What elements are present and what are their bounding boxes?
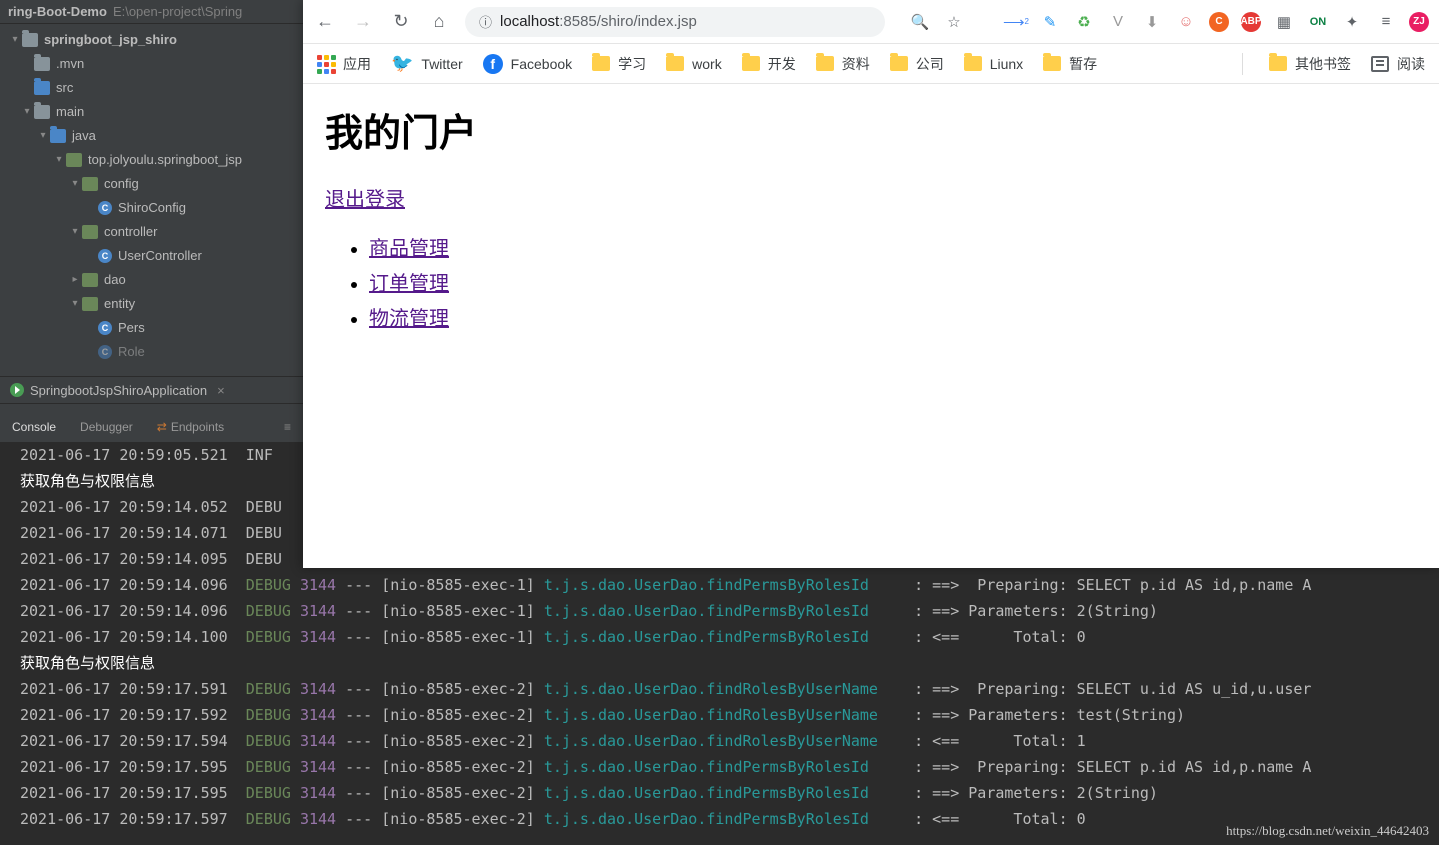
avatar[interactable]: ZJ: [1409, 12, 1429, 32]
ext-on-icon[interactable]: ON: [1307, 11, 1329, 33]
logout-link[interactable]: 退出登录: [325, 189, 405, 211]
folder-icon: [666, 56, 684, 71]
url-port: :8585: [559, 13, 597, 30]
tree-shiroconfig[interactable]: CShiroConfig: [0, 196, 303, 220]
bookmark-twitter[interactable]: 🐦Twitter: [391, 53, 463, 74]
menu-item: 物流管理: [369, 302, 1417, 331]
bookmark-other[interactable]: 其他书签: [1269, 54, 1351, 74]
tree-java[interactable]: ▾java: [0, 124, 303, 148]
url-path: /shiro/index.jsp: [597, 13, 697, 30]
reload-button[interactable]: ↻: [389, 11, 413, 32]
bookmark-temp[interactable]: 暂存: [1043, 54, 1097, 74]
bookmark-data[interactable]: 资料: [816, 54, 870, 74]
close-icon[interactable]: ×: [217, 383, 225, 398]
separator: [1242, 53, 1243, 75]
tool-tab-debugger[interactable]: Debugger: [80, 420, 133, 434]
apps-icon: [317, 55, 335, 73]
menu-item: 订单管理: [369, 267, 1417, 296]
address-bar[interactable]: ⓘ localhost:8585/shiro/index.jsp: [465, 7, 885, 37]
ext-c-icon[interactable]: C: [1209, 12, 1229, 32]
page-title: 我的门户: [325, 102, 1417, 157]
folder-icon: [964, 56, 982, 71]
tree-package[interactable]: ▾top.jolyoulu.springboot_jsp: [0, 148, 303, 172]
info-icon[interactable]: ⓘ: [479, 12, 492, 31]
project-path: E:\open-project\Spring: [113, 4, 242, 19]
star-icon[interactable]: ☆: [943, 11, 965, 33]
editor-tab-app[interactable]: SpringbootJspShiroApplication ×: [0, 377, 235, 403]
watermark-text: https://blog.csdn.net/weixin_44642403: [1226, 823, 1429, 839]
ext-translate-icon[interactable]: ⟶2: [1005, 11, 1027, 33]
bookmark-reading-list[interactable]: 阅读: [1371, 54, 1425, 74]
overflow-icon[interactable]: ≡: [284, 420, 291, 434]
bookmark-study[interactable]: 学习: [592, 54, 646, 74]
facebook-icon: f: [483, 54, 503, 74]
back-button[interactable]: ←: [313, 11, 337, 32]
zoom-icon[interactable]: 🔍: [909, 11, 931, 33]
ext-vue-icon[interactable]: V: [1107, 11, 1129, 33]
project-tree: ▾springboot_jsp_shiro .mvn src ▾main ▾ja…: [0, 24, 303, 368]
run-icon: [10, 383, 24, 397]
tool-window-tabs: Console Debugger ⇄Endpoints ≡: [0, 412, 303, 442]
browser-toolbar: ← → ↻ ⌂ ⓘ localhost:8585/shiro/index.jsp…: [303, 0, 1439, 44]
ext-grid-icon[interactable]: ▦: [1273, 11, 1295, 33]
bookmark-dev[interactable]: 开发: [742, 54, 796, 74]
menu-link-goods[interactable]: 商品管理: [369, 238, 449, 260]
tree-mvn[interactable]: .mvn: [0, 52, 303, 76]
folder-icon: [742, 56, 760, 71]
ext-menu-icon[interactable]: ≡: [1375, 11, 1397, 33]
twitter-icon: 🐦: [391, 53, 413, 74]
folder-icon: [592, 56, 610, 71]
bookmarks-bar: 应用 🐦Twitter fFacebook 学习 work 开发 资料 公司 L…: [303, 44, 1439, 84]
tree-pers[interactable]: CPers: [0, 316, 303, 340]
ext-eyedropper-icon[interactable]: ✎: [1039, 11, 1061, 33]
folder-icon: [1269, 56, 1287, 71]
ext-abp-icon[interactable]: ABP: [1241, 12, 1261, 32]
home-button[interactable]: ⌂: [427, 11, 451, 32]
menu-list: 商品管理 订单管理 物流管理: [369, 232, 1417, 331]
bookmark-company[interactable]: 公司: [890, 54, 944, 74]
tree-dao[interactable]: ▸dao: [0, 268, 303, 292]
address-actions: 🔍 ☆: [909, 11, 965, 33]
menu-link-logistics[interactable]: 物流管理: [369, 308, 449, 330]
url-host: localhost: [500, 13, 559, 30]
tree-entity[interactable]: ▾entity: [0, 292, 303, 316]
tree-config[interactable]: ▾config: [0, 172, 303, 196]
bookmark-apps[interactable]: 应用: [317, 54, 371, 74]
bookmark-facebook[interactable]: fFacebook: [483, 54, 572, 74]
ide-header: ring-Boot-Demo E:\open-project\Spring: [0, 0, 303, 24]
tree-root[interactable]: ▾springboot_jsp_shiro: [0, 28, 303, 52]
folder-icon: [816, 56, 834, 71]
ext-download-icon[interactable]: ⬇: [1141, 11, 1163, 33]
tree-usercontroller[interactable]: CUserController: [0, 244, 303, 268]
tree-main[interactable]: ▾main: [0, 100, 303, 124]
tree-role[interactable]: CRole: [0, 340, 303, 364]
browser-window: ← → ↻ ⌂ ⓘ localhost:8585/shiro/index.jsp…: [303, 0, 1439, 568]
ext-recycle-icon[interactable]: ♻: [1073, 11, 1095, 33]
tool-tab-endpoints[interactable]: ⇄Endpoints: [157, 420, 224, 434]
folder-icon: [890, 56, 908, 71]
extensions-row: ⟶2 ✎ ♻ V ⬇ ☺ C ABP ▦ ON ✦ ≡ ZJ: [979, 11, 1429, 33]
menu-item: 商品管理: [369, 232, 1417, 261]
tree-src[interactable]: src: [0, 76, 303, 100]
menu-link-orders[interactable]: 订单管理: [369, 273, 449, 295]
ext-monkey-icon[interactable]: ☺: [1175, 11, 1197, 33]
ext-puzzle-icon[interactable]: ✦: [1341, 11, 1363, 33]
tree-controller[interactable]: ▾controller: [0, 220, 303, 244]
editor-tab-bar: SpringbootJspShiroApplication ×: [0, 376, 303, 404]
endpoints-icon: ⇄: [157, 420, 167, 434]
folder-icon: [1043, 56, 1061, 71]
tool-tab-console[interactable]: Console: [12, 420, 56, 434]
project-name: ring-Boot-Demo: [8, 4, 107, 19]
forward-button[interactable]: →: [351, 11, 375, 32]
reading-list-icon: [1371, 56, 1389, 72]
bookmark-linux[interactable]: Liunx: [964, 56, 1023, 72]
bookmark-work[interactable]: work: [666, 56, 722, 72]
page-content: 我的门户 退出登录 商品管理 订单管理 物流管理: [303, 84, 1439, 355]
